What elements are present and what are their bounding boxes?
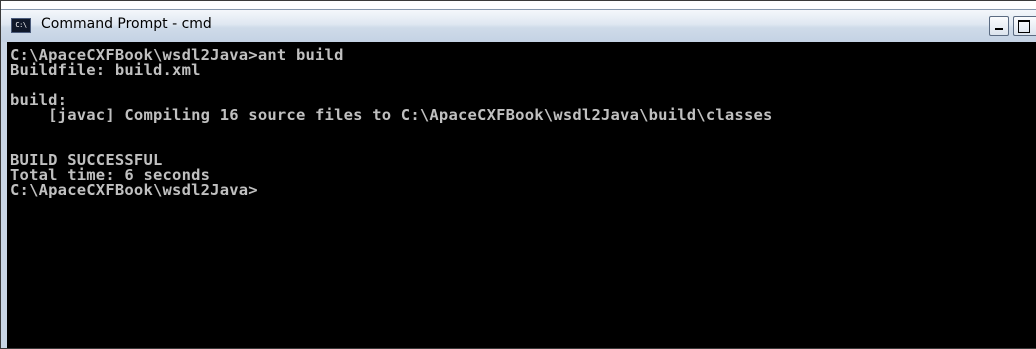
console-line: [javac] Compiling 16 source files to C:\…: [10, 106, 773, 124]
console-lines: C:\ApaceCXFBook\wsdl2Java>ant build Build…: [10, 47, 773, 318]
title-bar[interactable]: C:\ Command Prompt - cmd: [1, 9, 1036, 42]
console-line: Buildfile: build.xml: [10, 61, 201, 79]
console-app-icon[interactable]: C:\: [11, 18, 31, 33]
maximize-button[interactable]: [1013, 16, 1036, 36]
console-line: C:\ApaceCXFBook\wsdl2Java>: [10, 181, 258, 199]
window-title: Command Prompt - cmd: [41, 16, 212, 32]
minimize-button[interactable]: [989, 16, 1009, 36]
command-prompt-window: C:\ Command Prompt - cmd C:\ApaceCXFBook…: [0, 0, 1036, 349]
console-output-area[interactable]: C:\ApaceCXFBook\wsdl2Java>ant build Build…: [7, 42, 1036, 348]
